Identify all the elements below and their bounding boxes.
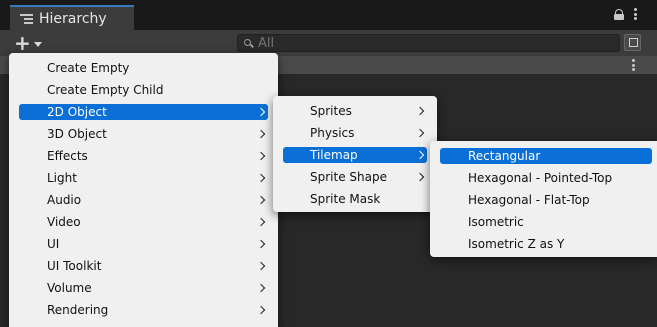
menu-item-create-empty[interactable]: Create Empty [9,57,278,79]
chevron-right-icon [256,283,266,293]
chevron-right-icon [256,239,266,249]
tab-title: Hierarchy [39,10,107,27]
chevron-right-icon [256,195,266,205]
menu-item-video[interactable]: Video [9,211,278,233]
menu-item-isometric[interactable]: Isometric [430,211,657,233]
menu-item-physics[interactable]: Physics [273,122,437,144]
tilemap-submenu: Rectangular Hexagonal - Pointed-Top Hexa… [430,141,657,257]
menu-item-hexagonal-pointed-top[interactable]: Hexagonal - Pointed-Top [430,167,657,189]
chevron-right-icon [256,305,266,315]
search-field[interactable] [237,34,620,52]
menu-item-effects[interactable]: Effects [9,145,278,167]
menu-item-sprites[interactable]: Sprites [273,100,437,122]
menu-item-audio[interactable]: Audio [9,189,278,211]
chevron-right-icon [415,172,425,182]
menu-item-3d-object[interactable]: 3D Object [9,123,278,145]
plus-icon: + [14,31,31,55]
chevron-right-icon [256,129,266,139]
scene-more-icon[interactable] [632,59,635,71]
menu-item-light[interactable]: Light [9,167,278,189]
create-dropdown-button[interactable]: + [14,31,50,55]
menu-item-rectangular[interactable]: Rectangular [430,145,657,167]
menu-item-ui[interactable]: UI [9,233,278,255]
menu-item-sprite-mask[interactable]: Sprite Mask [273,188,437,210]
menu-item-2d-object[interactable]: 2D Object [9,101,278,123]
more-options-icon[interactable] [634,8,637,20]
menu-item-sprite-shape[interactable]: Sprite Shape [273,166,437,188]
menu-item-volume[interactable]: Volume [9,277,278,299]
menu-item-tilemap[interactable]: Tilemap [273,144,437,166]
tab-hierarchy[interactable]: Hierarchy [10,5,134,30]
menu-item-rendering[interactable]: Rendering [9,299,278,321]
chevron-right-icon [256,261,266,271]
chevron-right-icon [256,151,266,161]
search-input[interactable] [258,35,558,51]
search-icon [244,38,253,48]
create-context-menu: Create Empty Create Empty Child 2D Objec… [9,53,278,327]
2d-object-submenu: Sprites Physics Tilemap Sprite Shape Spr… [273,96,437,212]
menu-item-isometric-z-as-y[interactable]: Isometric Z as Y [430,233,657,255]
chevron-right-icon [415,128,425,138]
chevron-right-icon [415,106,425,116]
search-mode-button[interactable] [624,34,641,51]
chevron-down-icon [33,41,42,47]
menu-item-hexagonal-flat-top[interactable]: Hexagonal - Flat-Top [430,189,657,211]
menu-item-create-empty-child[interactable]: Create Empty Child [9,79,278,101]
lock-icon[interactable] [614,8,624,20]
hierarchy-list-icon [20,13,33,24]
menu-item-ui-toolkit[interactable]: UI Toolkit [9,255,278,277]
chevron-right-icon [256,173,266,183]
tab-strip: Hierarchy [0,0,657,30]
chevron-right-icon [256,217,266,227]
